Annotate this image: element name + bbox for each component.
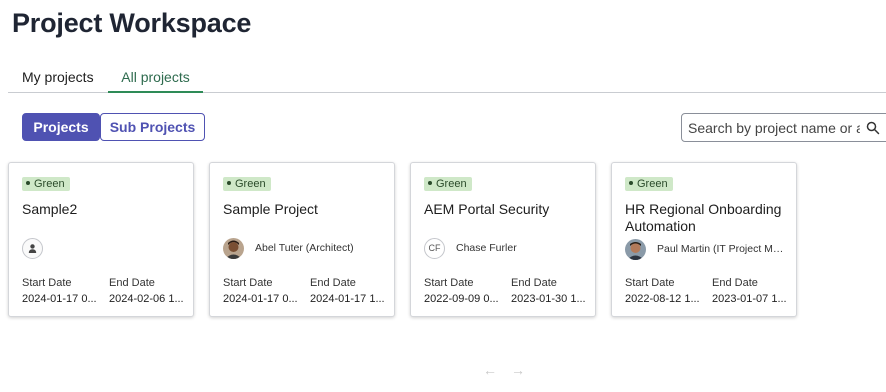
start-date-value: 2022-08-12 1... (625, 293, 700, 305)
arrow-right-icon[interactable]: → (511, 362, 525, 378)
start-date-value: 2024-01-17 0... (223, 293, 298, 305)
status-label: Green (637, 178, 668, 190)
start-date-label: Start Date (223, 277, 273, 289)
avatar: CF (424, 237, 445, 259)
project-owner: Paul Martin (IT Project Ma... (625, 238, 787, 260)
status-badge: Green (22, 177, 70, 191)
end-date-label: End Date (310, 277, 356, 289)
arrow-left-icon[interactable]: ← (483, 362, 497, 378)
status-label: Green (34, 178, 65, 190)
end-date-label: End Date (511, 277, 557, 289)
end-date-label: End Date (712, 277, 758, 289)
project-card[interactable]: Green AEM Portal Security CF Chase Furle… (410, 162, 596, 317)
end-date-value: 2024-01-17 1... (310, 293, 385, 305)
project-title: Sample Project (223, 201, 318, 217)
project-owner: Abel Tuter (Architect) (223, 237, 354, 259)
projects-toggle-button[interactable]: Projects (22, 113, 100, 141)
status-dot-icon (26, 181, 30, 186)
status-dot-icon (428, 181, 432, 186)
start-date-label: Start Date (424, 277, 474, 289)
project-owner: CF Chase Furler (424, 237, 517, 259)
avatar (223, 237, 244, 259)
start-date-value: 2024-01-17 0... (22, 293, 97, 305)
user-placeholder-icon (22, 237, 43, 259)
search-box (681, 113, 886, 142)
end-date-value: 2023-01-07 1... (712, 293, 787, 305)
status-badge: Green (424, 177, 472, 191)
project-card[interactable]: Green HR Regional Onboarding Automation … (611, 162, 797, 317)
start-date-label: Start Date (22, 277, 72, 289)
tab-my-projects[interactable]: My projects (22, 69, 94, 85)
page-title: Project Workspace (12, 8, 252, 38)
search-input[interactable] (688, 118, 860, 138)
end-date-value: 2024-02-06 1... (109, 293, 184, 305)
end-date-value: 2023-01-30 1... (511, 293, 586, 305)
owner-name: Abel Tuter (Architect) (255, 242, 354, 254)
project-title: HR Regional Onboarding Automation (625, 201, 782, 234)
search-icon[interactable] (866, 121, 880, 135)
status-dot-icon (629, 181, 633, 186)
status-dot-icon (227, 181, 231, 186)
status-badge: Green (625, 177, 673, 191)
start-date-label: Start Date (625, 277, 675, 289)
project-owner (22, 237, 43, 259)
tab-all-projects[interactable]: All projects (108, 69, 203, 93)
project-title: Sample2 (22, 201, 78, 217)
end-date-label: End Date (109, 277, 155, 289)
owner-name: Paul Martin (IT Project Ma... (657, 243, 787, 255)
tab-bar: My projects All projects (8, 66, 886, 93)
project-card[interactable]: Green Sample Project Abel Tuter (Archite… (209, 162, 395, 317)
avatar (625, 238, 646, 260)
status-badge: Green (223, 177, 271, 191)
status-label: Green (235, 178, 266, 190)
project-card[interactable]: Green Sample2 Start Date End Date 2024-0… (8, 162, 194, 317)
sub-projects-toggle-button[interactable]: Sub Projects (100, 113, 205, 141)
owner-name: Chase Furler (456, 242, 517, 254)
project-title: AEM Portal Security (424, 201, 550, 217)
start-date-value: 2022-09-09 0... (424, 293, 499, 305)
status-label: Green (436, 178, 467, 190)
